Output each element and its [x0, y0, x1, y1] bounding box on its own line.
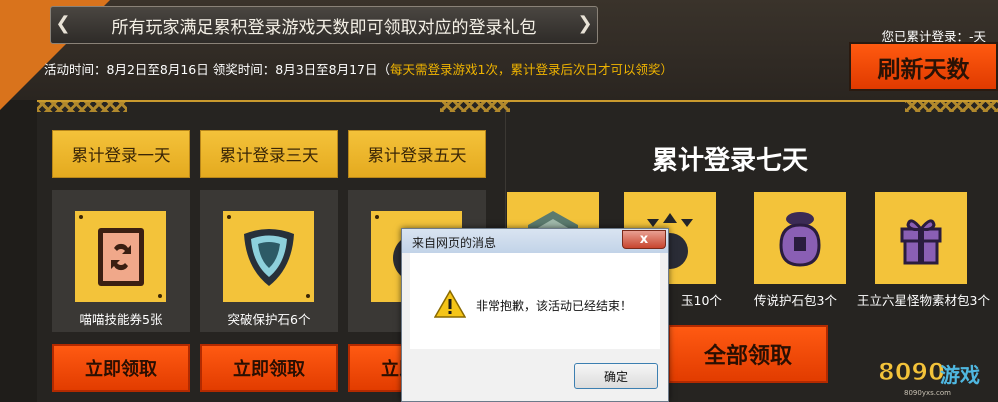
time-hint: 每天需登录游戏1次，累计登录后次日才可以领奖: [390, 62, 661, 77]
reward-label: 王立六星怪物素材包3个: [857, 293, 990, 308]
seven-day-title: 累计登录七天: [652, 146, 809, 176]
pattern-decoration-right: [905, 100, 998, 112]
reward-card: 突破保护石6个: [200, 190, 338, 332]
refresh-days-button[interactable]: 刷新天数: [849, 42, 998, 91]
svg-text:8090yxs.com: 8090yxs.com: [904, 389, 951, 397]
dialog-title: 来自网页的消息: [412, 236, 497, 250]
dialog-titlebar[interactable]: 来自网页的消息 x: [402, 229, 668, 253]
prev-arrow-icon[interactable]: ❮: [54, 8, 72, 38]
pattern-decoration-mid: [440, 100, 510, 112]
tab-login-5-days[interactable]: 累计登录五天: [348, 130, 486, 178]
page-title: 所有玩家满足累积登录游戏天数即可领取对应的登录礼包: [111, 17, 537, 38]
svg-text:8090: 8090: [878, 358, 945, 386]
activity-time: 活动时间：8月2日至8月16日 领奖时间：8月3日至8月17日（每天需登录游戏1…: [44, 59, 673, 78]
amulet-bag-icon: [754, 192, 846, 284]
title-banner: 所有玩家满足累积登录游戏天数即可领取对应的登录礼包: [50, 6, 598, 44]
time-prefix: 活动时间：8月2日至8月16日 领奖时间：8月3日至8月17日（: [44, 62, 391, 77]
claim-now-button[interactable]: 立即领取: [200, 344, 338, 392]
card-label: 喵喵技能券5张: [79, 312, 163, 327]
reward-label: 传说护石包3个: [754, 293, 837, 308]
next-arrow-icon[interactable]: ❯: [576, 8, 594, 38]
tab-login-1-day[interactable]: 累计登录一天: [52, 130, 190, 178]
gift-box-icon: [875, 192, 967, 284]
close-icon[interactable]: x: [622, 230, 666, 249]
reward-card: 喵喵技能券5张: [52, 190, 190, 332]
site-logo: 8090 游戏 8090yxs.com: [874, 352, 994, 398]
reward-label: 玉10个: [681, 293, 722, 308]
pattern-decoration-left: [37, 100, 127, 112]
shield-stone-icon: [223, 211, 314, 302]
ok-button[interactable]: 确定: [574, 363, 658, 389]
dialog-message: 非常抱歉，该活动已经结束！: [476, 299, 633, 313]
time-suffix: ）: [660, 62, 673, 77]
skill-ticket-icon: [75, 211, 166, 302]
tab-login-3-days[interactable]: 累计登录三天: [200, 130, 338, 178]
alert-dialog: 来自网页的消息 x 非常抱歉，该活动已经结束！ 确定: [401, 228, 669, 402]
claim-now-button[interactable]: 立即领取: [52, 344, 190, 392]
warning-icon: [434, 289, 466, 318]
claim-all-button[interactable]: 全部领取: [668, 325, 828, 383]
svg-text:游戏: 游戏: [940, 363, 980, 387]
card-label: 突破保护石6个: [227, 312, 311, 327]
dialog-body: 非常抱歉，该活动已经结束！: [410, 253, 660, 349]
